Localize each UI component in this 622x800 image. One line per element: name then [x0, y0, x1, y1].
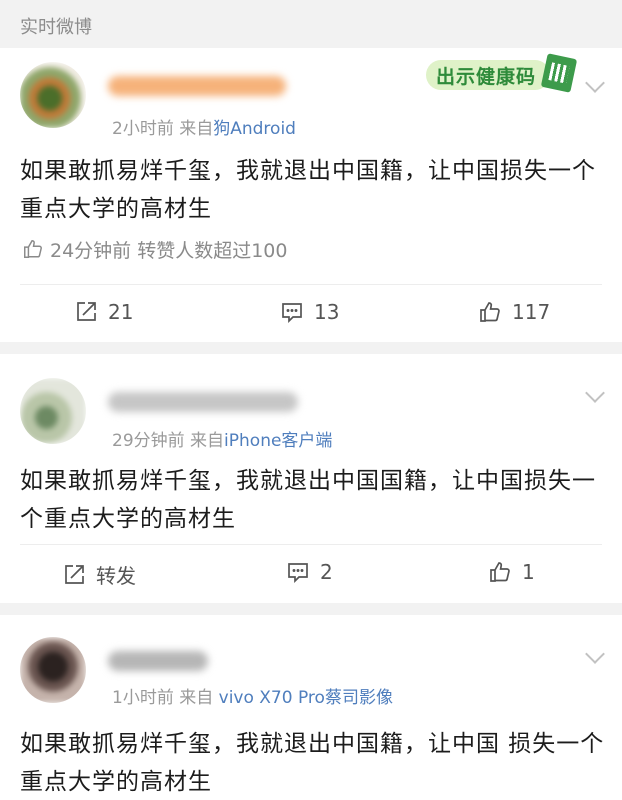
- username-blurred[interactable]: [108, 651, 208, 671]
- divider: [20, 284, 602, 285]
- post-card[interactable]: 29分钟前 来自iPhone客户端 如果敢抓易烊千玺，我就退出中国国籍，让中国损…: [0, 354, 622, 603]
- post-time: 29分钟前: [112, 431, 185, 451]
- username-blurred[interactable]: [108, 76, 286, 96]
- comment-icon: [288, 563, 308, 584]
- post-time: 1小时前: [112, 688, 174, 708]
- like-button[interactable]: 117: [478, 300, 550, 324]
- post-card[interactable]: 2小时前 来自狗Android 出示健康码 如果敢抓易烊千玺，我就退出中国籍，让…: [0, 48, 622, 342]
- section-header: 实时微博: [0, 0, 622, 48]
- comment-icon: [282, 303, 302, 324]
- like-count: 117: [512, 300, 551, 324]
- avatar[interactable]: [20, 378, 86, 444]
- forward-icon: [65, 564, 84, 584]
- post-text: 如果敢抓易烊千玺，我就退出中国籍，让中国 损失一个重点大学的高材生: [20, 731, 605, 795]
- post-card[interactable]: 1小时前 来自 vivo X70 Pro蔡司影像 如果敢抓易烊千玺，我就退出中国…: [0, 615, 622, 800]
- thumbs-up-icon: [24, 240, 42, 258]
- health-code-badge: 出示健康码: [420, 52, 578, 96]
- like-count: 1: [522, 560, 535, 584]
- post-meta: 2小时前 来自狗Android: [112, 114, 296, 139]
- forward-label: 转发: [96, 564, 136, 588]
- post-source[interactable]: vivo X70 Pro蔡司影像: [219, 688, 393, 708]
- health-code-text: 出示健康码: [436, 66, 537, 88]
- username-blurred[interactable]: [108, 392, 298, 412]
- thumbs-up-icon: [480, 302, 500, 322]
- post-from: 来自: [190, 431, 225, 451]
- avatar[interactable]: [20, 62, 86, 128]
- post-from: 来自: [179, 119, 214, 139]
- post-text: 如果敢抓易烊千玺，我就退出中国国籍，让中国损失一个重点大学的高材生: [20, 468, 596, 532]
- post-from: 来自: [179, 688, 214, 708]
- comment-count: 13: [314, 300, 340, 324]
- chevron-down-icon[interactable]: [585, 73, 605, 93]
- forward-button[interactable]: 21: [74, 300, 133, 324]
- divider: [20, 544, 602, 545]
- forward-count: 21: [108, 300, 134, 324]
- thumbs-up-icon: [490, 562, 510, 582]
- post-time: 2小时前: [112, 119, 174, 139]
- qr-code-icon: [540, 53, 578, 93]
- like-info: 24分钟前 转赞人数超过100: [22, 236, 287, 263]
- forward-icon: [77, 302, 96, 321]
- chevron-down-icon[interactable]: [585, 644, 605, 664]
- comment-button[interactable]: 2: [286, 560, 333, 584]
- post-source[interactable]: iPhone客户端: [224, 431, 332, 451]
- like-info-text: 24分钟前 转赞人数超过100: [50, 240, 288, 262]
- chevron-down-icon[interactable]: [585, 383, 605, 403]
- comment-count: 2: [320, 560, 333, 584]
- comment-button[interactable]: 13: [280, 300, 339, 324]
- like-button[interactable]: 1: [488, 560, 535, 584]
- forward-button[interactable]: 转发: [62, 560, 136, 589]
- section-title: 实时微博: [20, 17, 92, 38]
- post-meta: 1小时前 来自 vivo X70 Pro蔡司影像: [112, 683, 393, 708]
- avatar[interactable]: [20, 637, 86, 703]
- post-text: 如果敢抓易烊千玺，我就退出中国籍，让中国损失一个重点大学的高材生: [20, 158, 596, 222]
- post-meta: 29分钟前 来自iPhone客户端: [112, 426, 332, 451]
- post-source[interactable]: 狗Android: [213, 119, 296, 139]
